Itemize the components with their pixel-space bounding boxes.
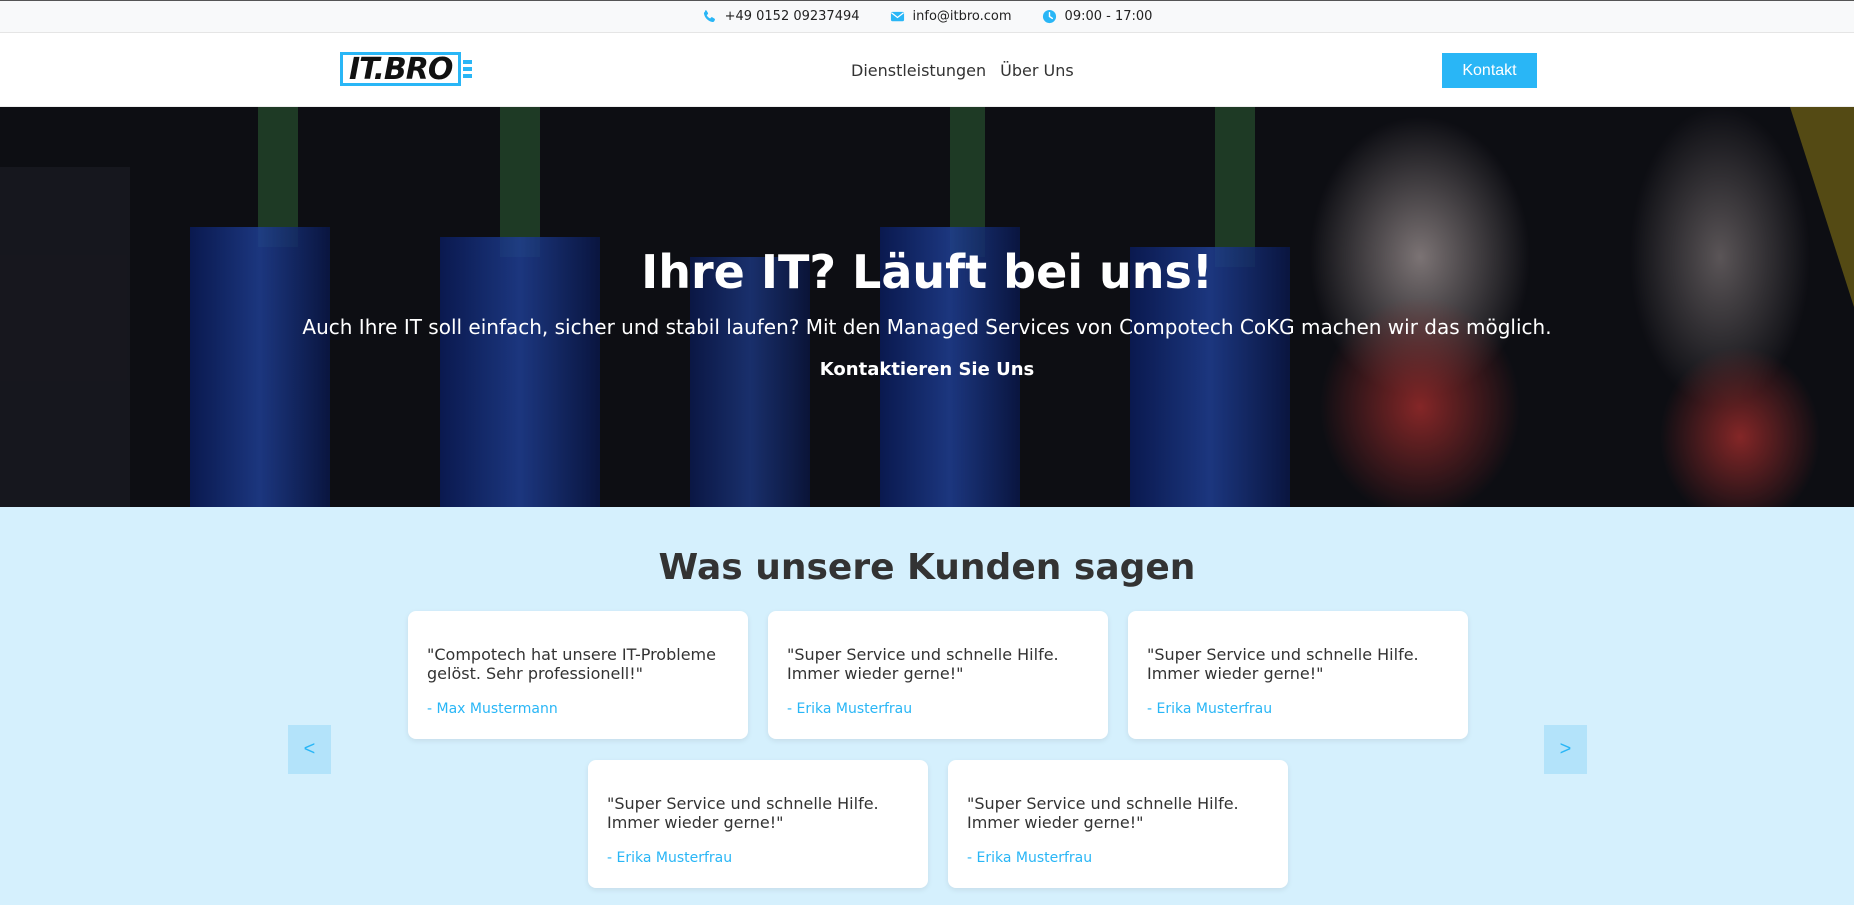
testimonial-quote: "Super Service und schnelle Hilfe. Immer… xyxy=(607,794,879,832)
testimonial-quote: "Super Service und schnelle Hilfe. Immer… xyxy=(787,645,1059,683)
nav-dienstleistungen[interactable]: Dienstleistungen xyxy=(851,61,986,80)
testimonial-author: - Erika Musterfrau xyxy=(967,850,1093,866)
carousel-prev-button[interactable]: < xyxy=(288,725,331,774)
hero-subtitle: Auch Ihre IT soll einfach, sicher und st… xyxy=(302,315,1552,339)
testimonial-card: "Super Service und schnelle Hilfe. Immer… xyxy=(588,760,928,888)
logo[interactable]: IT.BRO xyxy=(340,52,492,87)
phone-icon xyxy=(702,9,717,24)
clock-icon xyxy=(1042,9,1057,24)
opening-hours: 09:00 - 17:00 xyxy=(1064,9,1153,24)
envelope-icon xyxy=(890,9,905,24)
testimonial-card: "Super Service und schnelle Hilfe. Immer… xyxy=(1128,611,1468,739)
phone-info[interactable]: +49 0152 09237494 xyxy=(702,9,860,24)
testimonial-author: - Erika Musterfrau xyxy=(787,701,913,717)
main-nav: Dienstleistungen Über Uns xyxy=(851,33,1074,107)
testimonial-card: "Super Service und schnelle Hilfe. Immer… xyxy=(768,611,1108,739)
hero-content: Ihre IT? Läuft bei uns! Auch Ihre IT sol… xyxy=(0,245,1854,380)
testimonial-author: - Erika Musterfrau xyxy=(1147,701,1273,717)
testimonial-card: "Super Service und schnelle Hilfe. Immer… xyxy=(948,760,1288,888)
testimonial-quote: "Compotech hat unsere IT-Probleme gelöst… xyxy=(427,645,716,683)
testimonial-quote: "Super Service und schnelle Hilfe. Immer… xyxy=(1147,645,1419,683)
top-info-bar: +49 0152 09237494 info@itbro.com 09:00 -… xyxy=(0,0,1854,33)
testimonial-author: - Max Mustermann xyxy=(427,701,558,717)
hours-info: 09:00 - 17:00 xyxy=(1042,9,1153,24)
carousel-next-button[interactable]: > xyxy=(1544,725,1587,774)
hero-title: Ihre IT? Läuft bei uns! xyxy=(641,245,1213,299)
hero-section: Ihre IT? Läuft bei uns! Auch Ihre IT sol… xyxy=(0,107,1854,507)
kontakt-button[interactable]: Kontakt xyxy=(1442,53,1537,88)
hero-contact-link[interactable]: Kontaktieren Sie Uns xyxy=(820,359,1034,380)
logo-bars xyxy=(463,60,473,78)
email-info[interactable]: info@itbro.com xyxy=(890,9,1012,24)
logo-text: IT.BRO xyxy=(340,52,462,87)
testimonial-card: "Compotech hat unsere IT-Probleme gelöst… xyxy=(408,611,748,739)
nav-ueber-uns[interactable]: Über Uns xyxy=(1000,61,1074,80)
testimonials-title: Was unsere Kunden sagen xyxy=(658,547,1196,588)
testimonials-section: Was unsere Kunden sagen < > "Compotech h… xyxy=(0,507,1854,905)
testimonial-author: - Erika Musterfrau xyxy=(607,850,733,866)
phone-number: +49 0152 09237494 xyxy=(724,9,860,24)
site-header: IT.BRO Dienstleistungen Über Uns Kontakt xyxy=(0,33,1854,107)
testimonial-quote: "Super Service und schnelle Hilfe. Immer… xyxy=(967,794,1239,832)
email-address: info@itbro.com xyxy=(912,9,1012,24)
